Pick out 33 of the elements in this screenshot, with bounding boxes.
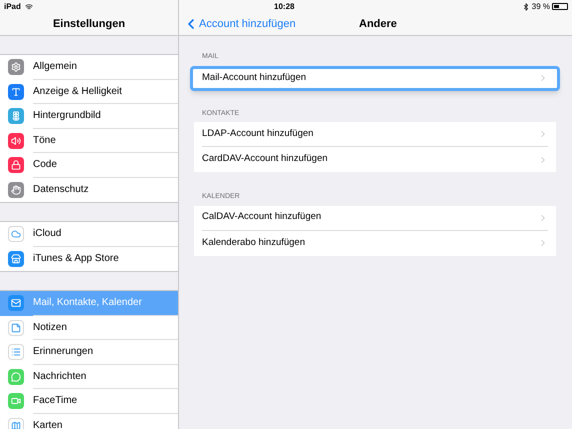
clock: 10:28	[274, 0, 294, 12]
settings-item-label: Code	[33, 158, 57, 172]
page-title: Andere	[359, 16, 397, 32]
settings-item-label: Notizen	[33, 320, 67, 335]
back-button[interactable]: Account hinzufügen	[179, 16, 296, 32]
wifi-icon	[24, 2, 33, 10]
settings-item-label: Nachrichten	[33, 370, 86, 384]
settings-item-label: Mail, Kontakte, Kalender	[33, 296, 142, 310]
list-item[interactable]: Mail-Account hinzufügen	[190, 66, 560, 90]
settings-item-label: iCloud	[33, 227, 62, 242]
battery-percentage: 39 %	[532, 0, 550, 12]
battery-icon	[552, 3, 568, 10]
settings-item-label: Töne	[33, 134, 56, 148]
list-item[interactable]: Kalenderabo hinzufügen	[194, 230, 556, 256]
sidebar-title: Einstellungen	[52, 16, 126, 32]
list-item[interactable]: CalDAV-Account hinzufügen	[194, 206, 556, 230]
bluetooth-icon	[522, 2, 530, 10]
settings-item-label: FaceTime	[33, 394, 78, 408]
settings-item-label: Anzeige & Helligkeit	[33, 84, 122, 99]
settings-item[interactable]: Notizen	[0, 316, 178, 340]
list-item-label: CardDAV-Account hinzufügen	[202, 152, 329, 166]
settings-item-label: Erinnerungen	[33, 345, 94, 360]
settings-item-label: Allgemein	[33, 60, 77, 74]
list-item-label: CalDAV-Account hinzufügen	[202, 210, 322, 224]
settings-item-label: iTunes & App Store	[33, 252, 119, 266]
device-name: iPad	[4, 0, 21, 12]
settings-item-label: Hintergrundbild	[33, 109, 101, 124]
list-item[interactable]: LDAP-Account hinzufügen	[194, 122, 556, 147]
settings-item-label: Karten	[33, 419, 62, 429]
settings-item-label: Datenschutz	[33, 183, 89, 198]
list-item-label: LDAP-Account hinzufügen	[202, 126, 314, 141]
list-item-label: Kalenderabo hinzufügen	[202, 236, 306, 250]
list-item-label: Mail-Account hinzufügen	[202, 70, 308, 85]
